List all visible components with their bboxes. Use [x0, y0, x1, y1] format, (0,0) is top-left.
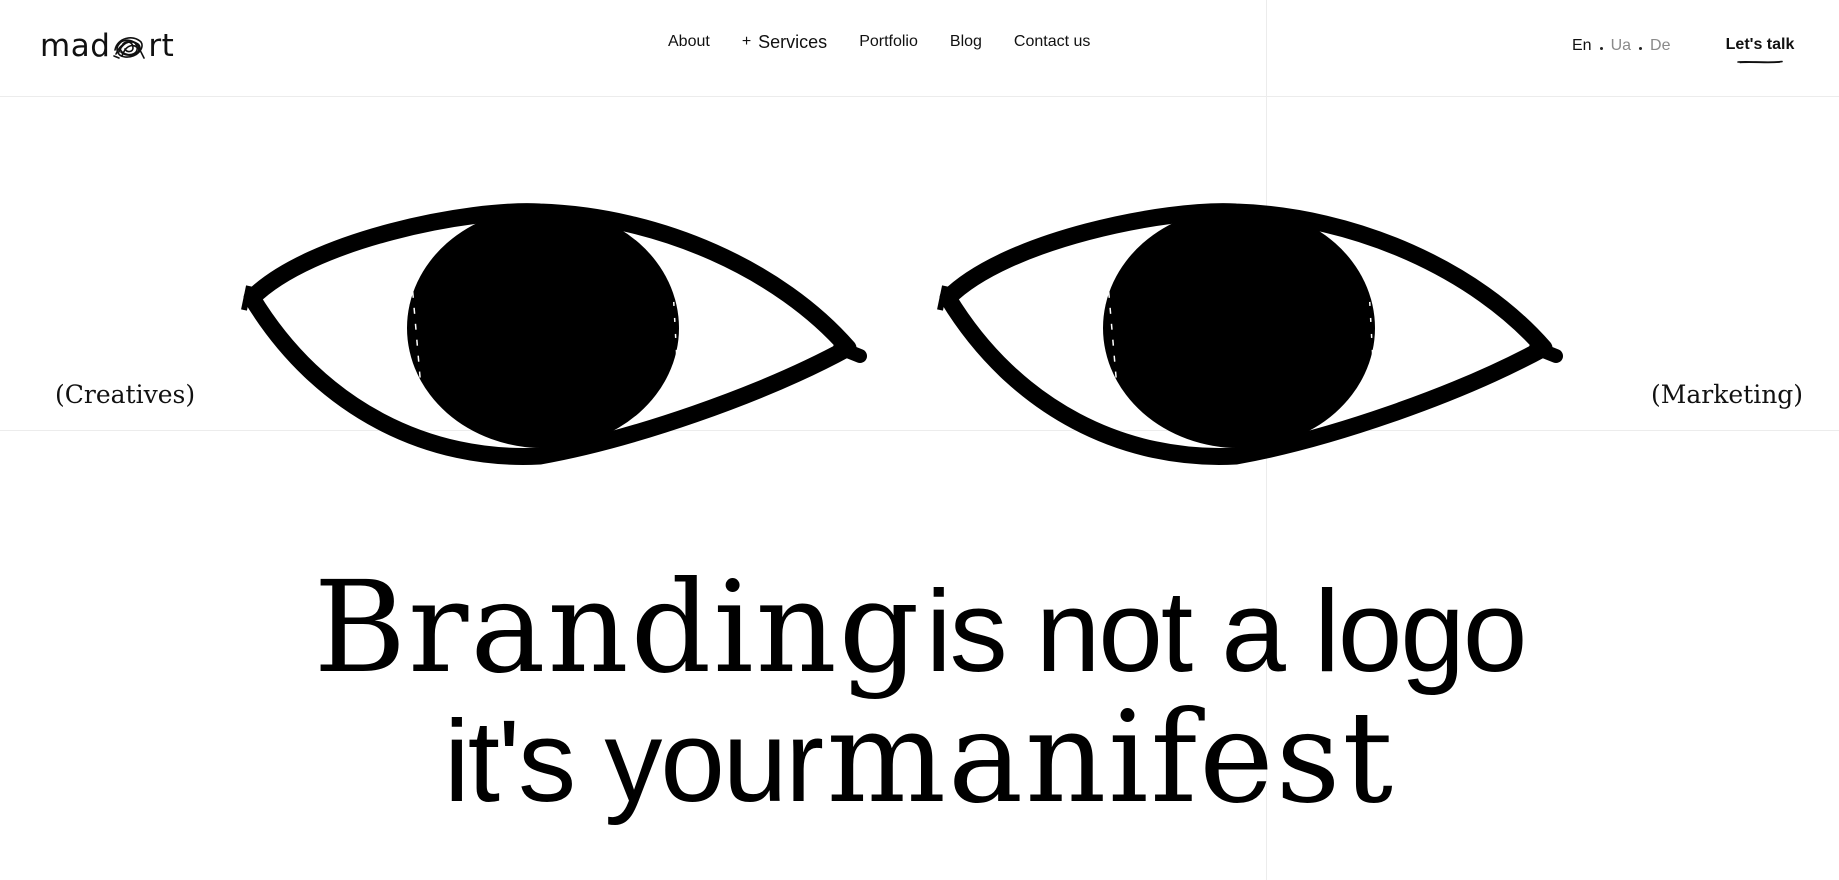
brush-underline-icon	[1737, 60, 1783, 64]
lang-ua[interactable]: Ua	[1611, 37, 1631, 55]
logo-text-start: mad	[40, 28, 111, 64]
plus-icon: +	[741, 33, 752, 50]
language-switcher: En Ua De	[1572, 36, 1670, 56]
headline-serif-branding: Branding	[313, 554, 922, 701]
eye-left	[241, 203, 867, 465]
nav-about[interactable]: About	[668, 33, 710, 51]
lets-talk-label: Let's talk	[1725, 36, 1795, 53]
lang-de[interactable]: De	[1650, 37, 1670, 55]
eyes-illustration	[241, 203, 1563, 465]
nav-contact[interactable]: Contact us	[1014, 33, 1090, 51]
lang-en[interactable]: En	[1572, 37, 1592, 55]
separator-dot	[1599, 46, 1603, 50]
nav-services[interactable]: + Services	[742, 32, 827, 53]
headline-sans-its-your: it's your	[443, 696, 824, 826]
main-nav: About + Services Portfolio Blog Contact …	[668, 30, 1090, 54]
logo-text-end: rt	[148, 28, 175, 64]
headline-line-2: it's your manifest	[0, 695, 1839, 830]
nav-services-label: Services	[758, 31, 828, 52]
header-divider	[0, 96, 1839, 97]
nav-blog[interactable]: Blog	[950, 33, 982, 51]
site-header: mad rt About + Services Portfolio Blog C…	[0, 0, 1839, 96]
headline-sans-is-not-a-logo: is not a logo	[925, 566, 1528, 696]
creatives-label: (Creatives)	[55, 380, 196, 409]
separator-dot	[1639, 46, 1643, 50]
headline-serif-manifest: manifest	[826, 684, 1396, 831]
eye-right	[937, 203, 1563, 465]
logo[interactable]: mad rt	[40, 28, 174, 64]
headline-line-1: Branding is not a logo	[0, 565, 1839, 695]
scribble-a-icon	[113, 37, 146, 59]
nav-portfolio[interactable]: Portfolio	[859, 33, 918, 51]
lets-talk-button[interactable]: Let's talk	[1722, 34, 1798, 70]
hero-headline: Branding is not a logo it's your manifes…	[0, 565, 1839, 830]
marketing-label: (Marketing)	[1651, 380, 1804, 409]
